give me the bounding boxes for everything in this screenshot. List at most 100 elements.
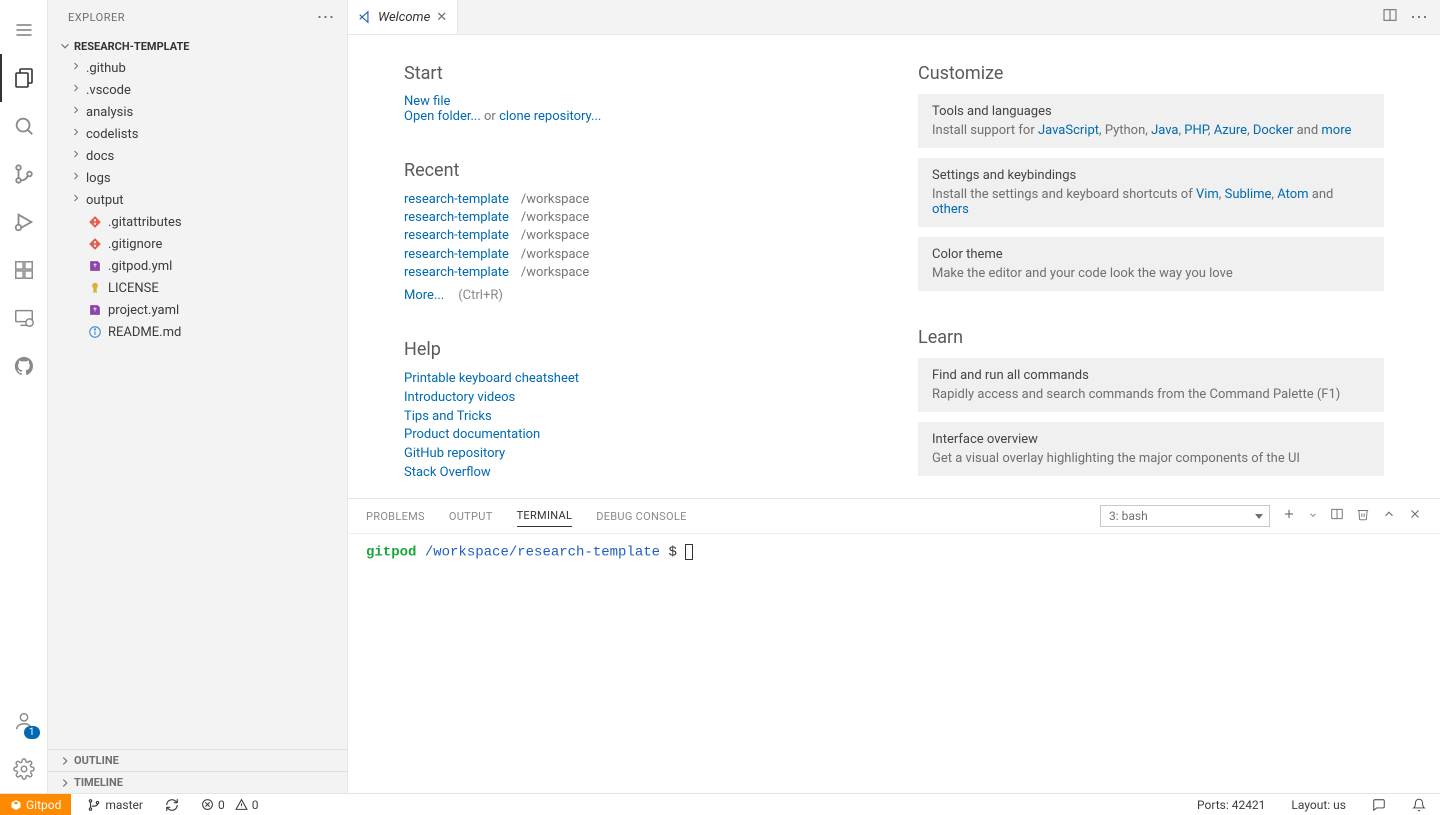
help-link[interactable]: Introductory videos xyxy=(404,390,515,405)
settings-card[interactable]: Settings and keybindings Install the set… xyxy=(918,158,1384,227)
tree-item-label: project.yaml xyxy=(108,303,179,318)
project-name: RESEARCH-TEMPLATE xyxy=(74,40,189,53)
file-icon xyxy=(86,281,104,295)
statusbar: Gitpod master 0 0 Ports: 42421 Layout: u… xyxy=(0,793,1440,815)
warning-icon xyxy=(235,798,248,811)
recent-item-path: /workspace xyxy=(521,209,589,227)
help-link[interactable]: Stack Overflow xyxy=(404,465,491,480)
tree-file[interactable]: !.gitpod.yml xyxy=(48,255,347,277)
panel-tab-terminal[interactable]: TERMINAL xyxy=(517,505,573,527)
interface-overview-card[interactable]: Interface overview Get a visual overlay … xyxy=(918,422,1384,476)
tools-card[interactable]: Tools and languages Install support for … xyxy=(918,94,1384,148)
gitpod-icon xyxy=(10,799,22,811)
tree-item-label: output xyxy=(86,193,124,208)
vscode-icon xyxy=(358,10,372,24)
panel-tab-debug-console[interactable]: DEBUG CONSOLE xyxy=(596,506,686,527)
editor-more-icon[interactable]: ⋯ xyxy=(1410,7,1428,28)
statusbar-ports[interactable]: Ports: 42421 xyxy=(1191,798,1271,812)
extensions-icon[interactable] xyxy=(0,246,48,294)
tree-file[interactable]: .gitignore xyxy=(48,233,347,255)
error-icon xyxy=(201,798,214,811)
tree-item-label: .github xyxy=(86,61,126,76)
clone-repo-link[interactable]: clone repository... xyxy=(499,109,601,124)
tree-folder[interactable]: output xyxy=(48,189,347,211)
menu-icon[interactable] xyxy=(0,6,48,54)
tree-file[interactable]: README.md xyxy=(48,321,347,343)
recent-more-link[interactable]: More... xyxy=(404,288,444,303)
explorer-icon[interactable] xyxy=(0,54,48,102)
tree-item-label: docs xyxy=(86,149,114,164)
sync-icon xyxy=(165,798,179,812)
sidebar-title: EXPLORER xyxy=(68,11,125,24)
help-heading: Help xyxy=(404,339,870,360)
source-control-icon[interactable] xyxy=(0,150,48,198)
recent-item-link[interactable]: research-template xyxy=(404,227,509,245)
recent-item-link[interactable]: research-template xyxy=(404,246,509,264)
terminal-selector[interactable]: 3: bash xyxy=(1100,505,1270,527)
timeline-panel[interactable]: TIMELINE xyxy=(48,771,347,793)
statusbar-branch[interactable]: master xyxy=(81,794,149,815)
panel-tab-output[interactable]: OUTPUT xyxy=(449,506,493,527)
github-icon[interactable] xyxy=(0,342,48,390)
recent-item-link[interactable]: research-template xyxy=(404,264,509,282)
recent-item-path: /workspace xyxy=(521,264,589,282)
help-link[interactable]: GitHub repository xyxy=(404,446,505,461)
statusbar-problems[interactable]: 0 0 xyxy=(195,794,265,815)
recent-item-path: /workspace xyxy=(521,191,589,209)
tree-folder[interactable]: codelists xyxy=(48,123,347,145)
new-terminal-icon[interactable] xyxy=(1282,507,1296,525)
file-icon: ! xyxy=(86,303,104,317)
split-terminal-icon[interactable] xyxy=(1330,507,1344,525)
recent-item-link[interactable]: research-template xyxy=(404,191,509,209)
tree-folder[interactable]: analysis xyxy=(48,101,347,123)
tab-close-icon[interactable]: ✕ xyxy=(436,10,447,25)
statusbar-gitpod[interactable]: Gitpod xyxy=(0,794,71,815)
tree-file[interactable]: LICENSE xyxy=(48,277,347,299)
recent-item-path: /workspace xyxy=(521,227,589,245)
tree-folder[interactable]: .vscode xyxy=(48,79,347,101)
tree-folder[interactable]: .github xyxy=(48,57,347,79)
remote-explorer-icon[interactable] xyxy=(0,294,48,342)
accounts-icon[interactable]: 1 xyxy=(0,697,48,745)
activity-bar: 1 xyxy=(0,0,48,793)
sidebar-more-icon[interactable]: ⋯ xyxy=(317,7,336,28)
split-editor-icon[interactable] xyxy=(1382,7,1398,27)
help-link[interactable]: Printable keyboard cheatsheet xyxy=(404,371,579,386)
tree-file[interactable]: ! project.yaml xyxy=(48,299,347,321)
file-icon xyxy=(86,237,104,251)
kill-terminal-icon[interactable] xyxy=(1356,507,1370,525)
outline-panel[interactable]: OUTLINE xyxy=(48,749,347,771)
statusbar-bell-icon[interactable] xyxy=(1406,798,1432,812)
run-debug-icon[interactable] xyxy=(0,198,48,246)
terminal-cursor xyxy=(685,544,693,560)
tree-file[interactable]: .gitattributes xyxy=(48,211,347,233)
tree-item-label: .gitpod.yml xyxy=(108,259,172,274)
tab-label: Welcome xyxy=(378,10,430,25)
statusbar-sync[interactable] xyxy=(159,794,185,815)
help-link[interactable]: Product documentation xyxy=(404,427,540,442)
statusbar-layout[interactable]: Layout: us xyxy=(1285,798,1352,812)
tree-folder[interactable]: logs xyxy=(48,167,347,189)
theme-card[interactable]: Color theme Make the editor and your cod… xyxy=(918,237,1384,291)
tree-folder[interactable]: docs xyxy=(48,145,347,167)
help-link[interactable]: Tips and Tricks xyxy=(404,409,492,424)
close-panel-icon[interactable] xyxy=(1408,507,1422,525)
learn-heading: Learn xyxy=(918,327,1384,348)
terminal[interactable]: gitpod /workspace/research-template $ xyxy=(348,534,1440,793)
terminal-dropdown-icon[interactable] xyxy=(1308,509,1318,524)
commands-card[interactable]: Find and run all commands Rapidly access… xyxy=(918,358,1384,412)
panel-tab-problems[interactable]: PROBLEMS xyxy=(366,506,425,527)
search-icon[interactable] xyxy=(0,102,48,150)
editor-tabbar: Welcome ✕ ⋯ xyxy=(348,0,1440,35)
recent-item-link[interactable]: research-template xyxy=(404,209,509,227)
tree-item-label: analysis xyxy=(86,105,133,120)
tab-welcome[interactable]: Welcome ✕ xyxy=(348,0,458,34)
statusbar-feedback-icon[interactable] xyxy=(1366,798,1392,812)
settings-gear-icon[interactable] xyxy=(0,745,48,793)
open-folder-link[interactable]: Open folder... xyxy=(404,109,481,124)
project-header[interactable]: RESEARCH-TEMPLATE xyxy=(48,35,347,57)
new-file-link[interactable]: New file xyxy=(404,94,450,109)
welcome-page: Start New file Open folder... or clone r… xyxy=(348,35,1440,498)
tree-item-label: logs xyxy=(86,171,111,186)
maximize-panel-icon[interactable] xyxy=(1382,507,1396,525)
